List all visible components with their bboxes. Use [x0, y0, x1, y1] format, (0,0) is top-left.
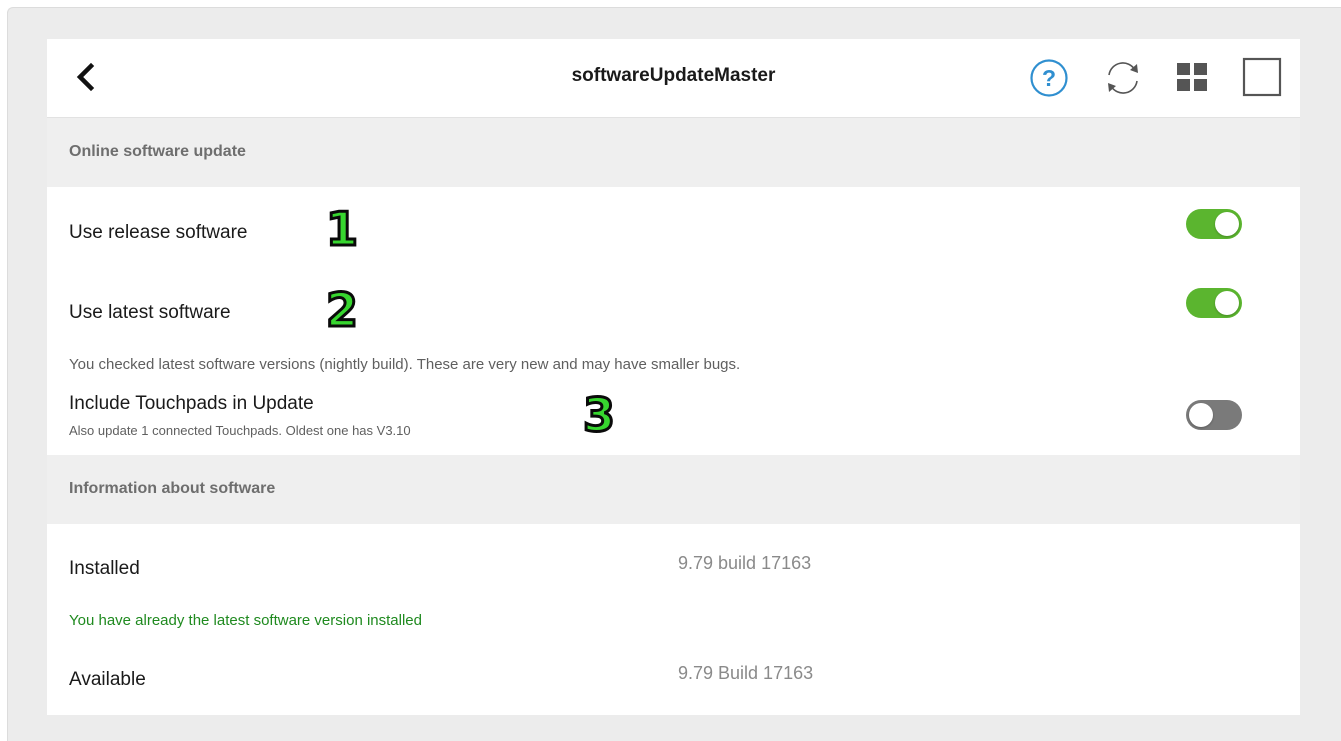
use-latest-label: Use latest software — [69, 302, 231, 323]
latest-software-warning: You checked latest software versions (ni… — [69, 356, 741, 373]
up-to-date-status: You have already the latest software ver… — [69, 612, 422, 629]
section-header-online-update: Online software update — [47, 118, 1300, 187]
chevron-left-icon — [76, 62, 95, 92]
toggle-knob — [1215, 291, 1239, 315]
section-title: Information about software — [69, 480, 276, 497]
fullscreen-button[interactable] — [1241, 56, 1283, 98]
toggle-knob — [1215, 212, 1239, 236]
touchpads-description: Also update 1 connected Touchpads. Oldes… — [69, 423, 411, 438]
refresh-icon — [1108, 62, 1138, 94]
window-frame: softwareUpdateMaster ? Online software u… — [7, 7, 1341, 741]
grid-view-button[interactable] — [1174, 60, 1210, 96]
help-icon: ? — [1030, 59, 1068, 97]
installed-version-value: 9.79 build 17163 — [678, 553, 812, 573]
settings-panel: softwareUpdateMaster ? Online software u… — [47, 39, 1300, 715]
toggle-knob — [1189, 403, 1213, 427]
annotation-marker-2: 2 — [324, 283, 359, 337]
section-title: Online software update — [69, 143, 246, 160]
help-button[interactable]: ? — [1029, 58, 1069, 98]
use-latest-toggle[interactable] — [1186, 288, 1242, 318]
include-touchpads-label: Include Touchpads in Update — [69, 393, 314, 414]
svg-text:?: ? — [1042, 65, 1056, 91]
available-label: Available — [69, 669, 146, 690]
use-release-label: Use release software — [69, 222, 248, 243]
annotation-marker-3: 3 — [581, 388, 616, 442]
available-version-value: 9.79 Build 17163 — [678, 663, 814, 683]
installed-label: Installed — [69, 558, 140, 579]
include-touchpads-toggle[interactable] — [1186, 400, 1242, 430]
grid-icon — [1177, 63, 1207, 91]
annotation-marker-1: 1 — [324, 202, 359, 256]
back-button[interactable] — [69, 59, 105, 95]
header-bar: softwareUpdateMaster ? — [47, 39, 1300, 118]
use-release-toggle[interactable] — [1186, 209, 1242, 239]
refresh-button[interactable] — [1101, 58, 1145, 98]
square-icon — [1242, 57, 1282, 97]
section-header-software-info: Information about software — [47, 455, 1300, 524]
